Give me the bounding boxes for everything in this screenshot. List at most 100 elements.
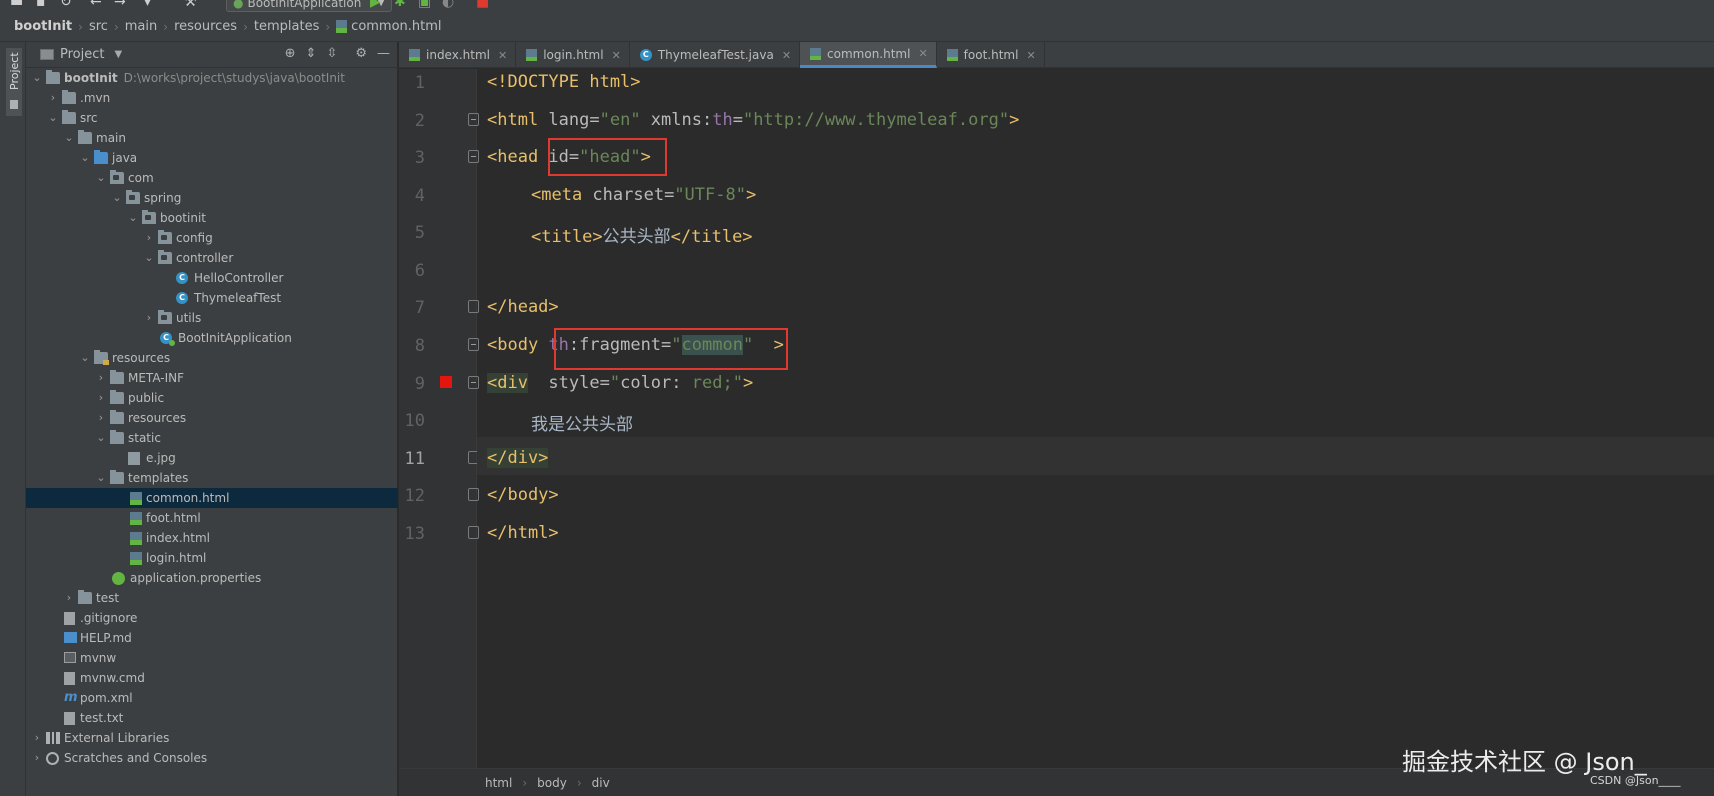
save-icon[interactable]: ▪	[36, 0, 46, 10]
tree-item-bootinit-package[interactable]: ⌄ bootinit	[26, 208, 398, 228]
tree-item-config[interactable]: › config	[26, 228, 398, 248]
tree-item-hellocontroller[interactable]: C HelloController	[26, 268, 398, 288]
tree-item-mvnw[interactable]: mvnw	[26, 648, 398, 668]
chevron-right-icon[interactable]: ›	[144, 228, 154, 248]
chevron-right-icon[interactable]: ›	[96, 388, 106, 408]
locate-icon[interactable]: ⊕	[285, 46, 296, 61]
chevron-down-icon[interactable]: ⌄	[96, 428, 106, 448]
tree-item-bootinit[interactable]: ⌄ bootInit D:\works\project\studys\java\b…	[26, 68, 398, 88]
tree-item-foot-html[interactable]: foot.html	[26, 508, 398, 528]
user-icon[interactable]: ▾	[144, 0, 151, 10]
tree-item-application-properties[interactable]: application.properties	[26, 568, 398, 588]
run-icon[interactable]: ▶	[370, 0, 381, 10]
tree-item-java[interactable]: ⌄ java	[26, 148, 398, 168]
fold-icon[interactable]	[468, 300, 479, 313]
nav-crumb-file[interactable]: common.html	[351, 19, 441, 34]
tab-thymeleaftest-java[interactable]: C ThymeleafTest.java ✕	[630, 42, 801, 68]
chevron-right-icon[interactable]: ›	[32, 748, 42, 768]
breakpoint-marker[interactable]	[440, 376, 452, 388]
debug-icon[interactable]: ✱	[394, 0, 406, 10]
tree-item-common-html[interactable]: common.html	[26, 488, 398, 508]
tab-foot-html[interactable]: foot.html ✕	[937, 42, 1045, 68]
tree-item-scratches[interactable]: › Scratches and Consoles	[26, 748, 398, 768]
project-panel-title[interactable]: Project	[60, 47, 104, 62]
chevron-down-icon[interactable]: ⌄	[32, 68, 42, 88]
fold-icon[interactable]	[468, 338, 479, 351]
fold-icon[interactable]	[468, 113, 479, 126]
editor-gutter[interactable]: 1 2 3 4 5 6 7 8 9 10 11 12 13	[399, 69, 479, 768]
collapse-all-icon[interactable]: ⇳	[326, 46, 337, 61]
close-icon[interactable]: ✕	[918, 47, 927, 60]
chevron-down-icon[interactable]: ⌄	[48, 108, 58, 128]
code-editor[interactable]: 1 2 3 4 5 6 7 8 9 10 11 12 13 <!DOCTYPE …	[399, 69, 1714, 768]
project-tool-button[interactable]: Project	[6, 48, 22, 116]
tree-item-static[interactable]: ⌄ static	[26, 428, 398, 448]
back-icon[interactable]: ←	[90, 0, 102, 10]
chevron-down-icon[interactable]: ⌄	[96, 468, 106, 488]
chevron-down-icon[interactable]: ⌄	[80, 148, 90, 168]
tree-item-meta-inf[interactable]: › META-INF	[26, 368, 398, 388]
tree-item-index-html[interactable]: index.html	[26, 528, 398, 548]
tree-item-e-jpg[interactable]: e.jpg	[26, 448, 398, 468]
chevron-right-icon[interactable]: ›	[144, 308, 154, 328]
tree-item-com[interactable]: ⌄ com	[26, 168, 398, 188]
close-icon[interactable]: ✕	[782, 49, 791, 62]
tree-item-spring[interactable]: ⌄ spring	[26, 188, 398, 208]
tab-login-html[interactable]: login.html ✕	[516, 42, 630, 68]
nav-crumb-main[interactable]: main	[125, 19, 157, 34]
tree-item-main[interactable]: ⌄ main	[26, 128, 398, 148]
minimize-icon[interactable]: —	[377, 46, 390, 61]
structure-item-body[interactable]: body	[537, 776, 567, 790]
nav-crumb-resources[interactable]: resources	[174, 19, 237, 34]
chevron-down-icon[interactable]: ⌄	[128, 208, 138, 228]
structure-item-html[interactable]: html	[485, 776, 512, 790]
tree-item-external-libraries[interactable]: › External Libraries	[26, 728, 398, 748]
chevron-down-icon[interactable]: ⌄	[144, 248, 154, 268]
nav-crumb-src[interactable]: src	[89, 19, 108, 34]
tree-item-resources[interactable]: › resources	[26, 408, 398, 428]
chevron-right-icon[interactable]: ›	[96, 408, 106, 428]
chevron-down-icon[interactable]: ⌄	[112, 188, 122, 208]
chevron-right-icon[interactable]: ›	[48, 88, 58, 108]
tree-item-utils[interactable]: › utils	[26, 308, 398, 328]
tree-item-templates[interactable]: ⌄ templates	[26, 468, 398, 488]
tree-item-mvn[interactable]: › .mvn	[26, 88, 398, 108]
nav-crumb-project[interactable]: bootInit	[14, 19, 72, 34]
tab-common-html[interactable]: common.html ✕	[800, 42, 937, 68]
chevron-right-icon[interactable]: ›	[96, 368, 106, 388]
chevron-down-icon[interactable]: ⌄	[64, 128, 74, 148]
tree-item-public[interactable]: › public	[26, 388, 398, 408]
chevron-down-icon[interactable]: ⌄	[96, 168, 106, 188]
tree-item-test-txt[interactable]: test.txt	[26, 708, 398, 728]
coverage-icon[interactable]: ▣	[418, 0, 431, 10]
tree-item-thymeleaftest[interactable]: C ThymeleafTest	[26, 288, 398, 308]
tree-item-bootinitapplication[interactable]: C BootInitApplication	[26, 328, 398, 348]
build-icon[interactable]: ⚒	[184, 0, 197, 10]
chevron-down-icon[interactable]: ⌄	[80, 348, 90, 368]
profile-icon[interactable]: ◐	[442, 0, 454, 10]
chevron-down-icon[interactable]: ▼	[114, 49, 122, 60]
fold-icon[interactable]	[468, 376, 479, 389]
tree-item-mvnw-cmd[interactable]: mvnw.cmd	[26, 668, 398, 688]
close-icon[interactable]: ✕	[498, 49, 507, 62]
tree-item-resources-root[interactable]: ⌄ resources	[26, 348, 398, 368]
tree-item-gitignore[interactable]: .gitignore	[26, 608, 398, 628]
tree-item-login-html[interactable]: login.html	[26, 548, 398, 568]
open-icon[interactable]: ▬	[10, 0, 23, 10]
fold-icon[interactable]	[468, 526, 479, 539]
nav-crumb-templates[interactable]: templates	[254, 19, 319, 34]
gear-icon[interactable]: ⚙	[355, 46, 367, 61]
tree-item-src[interactable]: ⌄ src	[26, 108, 398, 128]
chevron-right-icon[interactable]: ›	[32, 728, 42, 748]
tree-item-controller[interactable]: ⌄ controller	[26, 248, 398, 268]
fold-icon[interactable]	[468, 488, 479, 501]
tab-index-html[interactable]: index.html ✕	[399, 42, 517, 68]
forward-icon[interactable]: →	[114, 0, 126, 10]
chevron-right-icon[interactable]: ›	[64, 588, 74, 608]
close-icon[interactable]: ✕	[612, 49, 621, 62]
fold-icon[interactable]	[468, 150, 479, 163]
close-icon[interactable]: ✕	[1026, 49, 1035, 62]
tree-item-test[interactable]: › test	[26, 588, 398, 608]
tree-item-pom-xml[interactable]: m pom.xml	[26, 688, 398, 708]
structure-item-div[interactable]: div	[592, 776, 610, 790]
